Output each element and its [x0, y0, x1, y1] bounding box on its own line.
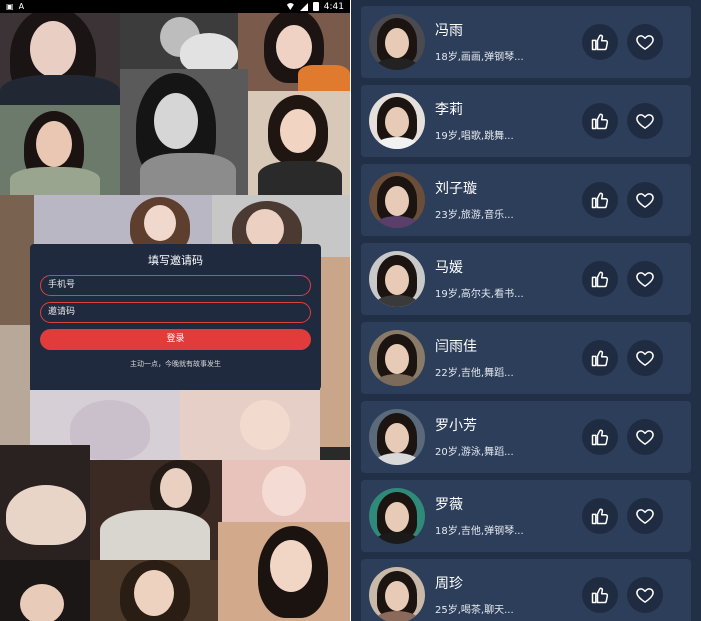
- heart-icon: [636, 588, 654, 603]
- favorite-button[interactable]: [627, 340, 663, 376]
- user-name: 闫雨佳: [435, 339, 477, 355]
- avatar[interactable]: [369, 567, 425, 621]
- photo-tile: [222, 460, 350, 522]
- avatar[interactable]: [369, 330, 425, 386]
- user-name: 罗小芳: [435, 418, 477, 434]
- photo-tile: [238, 13, 350, 91]
- user-description: 18岁,吉他,弹钢琴...: [435, 526, 524, 537]
- avatar[interactable]: [369, 488, 425, 544]
- user-list-screen: 冯雨 18岁,画画,弹钢琴... 李莉 19岁,唱歌,跳舞... 刘子璇 23岁,旅游,音…: [351, 0, 701, 621]
- photo-tile: [218, 522, 350, 621]
- favorite-button[interactable]: [627, 182, 663, 218]
- avatar[interactable]: [369, 14, 425, 70]
- sim-icon: ▣: [6, 2, 14, 11]
- user-name: 周珍: [435, 576, 463, 592]
- thumbs-up-icon: [591, 34, 609, 51]
- user-name: 马媛: [435, 260, 463, 276]
- favorite-button[interactable]: [627, 103, 663, 139]
- user-card[interactable]: 周珍 25岁,喝茶,聊天...: [361, 559, 691, 621]
- invite-slogan: 主动一点，今晚就有故事发生: [130, 360, 221, 368]
- heart-icon: [636, 35, 654, 50]
- like-button[interactable]: [582, 498, 618, 534]
- user-card[interactable]: 马媛 19岁,高尔夫,看书...: [361, 243, 691, 315]
- screenshot-root: ▣ A 4:41 填写邀请码 手机号 邀请码 登录 主动一点，今晚就有故事发生 …: [0, 0, 701, 621]
- avatar[interactable]: [369, 409, 425, 465]
- like-button[interactable]: [582, 577, 618, 613]
- user-card[interactable]: 闫雨佳 22岁,吉他,舞蹈...: [361, 322, 691, 394]
- favorite-button[interactable]: [627, 577, 663, 613]
- phone-input[interactable]: 手机号: [40, 275, 311, 296]
- photo-tile: [320, 257, 350, 447]
- photo-tile: [0, 325, 30, 445]
- photo-tile: [0, 560, 90, 621]
- photo-tile: [0, 13, 120, 105]
- heart-icon: [636, 351, 654, 366]
- avatar[interactable]: [369, 93, 425, 149]
- wifi-icon: [285, 3, 295, 10]
- photo-tile: [0, 445, 90, 560]
- like-button[interactable]: [582, 261, 618, 297]
- invite-code-input[interactable]: 邀请码: [40, 302, 311, 323]
- heart-icon: [636, 272, 654, 287]
- thumbs-up-icon: [591, 192, 609, 209]
- favorite-button[interactable]: [627, 24, 663, 60]
- invite-dialog: 填写邀请码 手机号 邀请码 登录 主动一点，今晚就有故事发生: [30, 244, 321, 390]
- user-name: 冯雨: [435, 23, 463, 39]
- photo-tile: [90, 460, 222, 560]
- user-card[interactable]: 刘子璇 23岁,旅游,音乐...: [361, 164, 691, 236]
- photo-tile: [0, 195, 34, 325]
- thumbs-up-icon: [591, 271, 609, 288]
- like-button[interactable]: [582, 419, 618, 455]
- user-card[interactable]: 冯雨 18岁,画画,弹钢琴...: [361, 6, 691, 78]
- invite-screen: ▣ A 4:41 填写邀请码 手机号 邀请码 登录 主动一点，今晚就有故事发生: [0, 0, 350, 621]
- user-description: 20岁,游泳,舞蹈...: [435, 447, 514, 458]
- like-button[interactable]: [582, 24, 618, 60]
- heart-icon: [636, 430, 654, 445]
- user-description: 23岁,旅游,音乐...: [435, 210, 514, 221]
- status-time: 4:41: [323, 1, 344, 12]
- photo-tile: [90, 560, 218, 621]
- favorite-button[interactable]: [627, 498, 663, 534]
- thumbs-up-icon: [591, 350, 609, 367]
- battery-icon: [312, 2, 319, 11]
- signal-icon: [299, 2, 308, 11]
- user-card[interactable]: 罗小芳 20岁,游泳,舞蹈...: [361, 401, 691, 473]
- user-description: 18岁,画画,弹钢琴...: [435, 52, 524, 63]
- photo-tile: [120, 69, 248, 195]
- heart-icon: [636, 509, 654, 524]
- user-name: 李莉: [435, 102, 463, 118]
- status-bar: ▣ A 4:41: [0, 0, 350, 13]
- avatar[interactable]: [369, 251, 425, 307]
- user-description: 19岁,高尔夫,看书...: [435, 289, 524, 300]
- photo-tile: [180, 390, 320, 460]
- user-card[interactable]: 罗薇 18岁,吉他,弹钢琴...: [361, 480, 691, 552]
- invite-title: 填写邀请码: [148, 254, 203, 267]
- user-name: 刘子璇: [435, 181, 477, 197]
- favorite-button[interactable]: [627, 419, 663, 455]
- photo-tile: [248, 91, 350, 195]
- thumbs-up-icon: [591, 429, 609, 446]
- user-description: 22岁,吉他,舞蹈...: [435, 368, 514, 379]
- user-description: 19岁,唱歌,跳舞...: [435, 131, 514, 142]
- like-button[interactable]: [582, 182, 618, 218]
- photo-tile: [0, 105, 120, 195]
- heart-icon: [636, 193, 654, 208]
- like-button[interactable]: [582, 103, 618, 139]
- user-card[interactable]: 李莉 19岁,唱歌,跳舞...: [361, 85, 691, 157]
- notification-icon: A: [18, 2, 25, 11]
- login-button[interactable]: 登录: [40, 329, 311, 350]
- photo-tile: [120, 13, 238, 69]
- thumbs-up-icon: [591, 587, 609, 604]
- heart-icon: [636, 114, 654, 129]
- favorite-button[interactable]: [627, 261, 663, 297]
- user-description: 25岁,喝茶,聊天...: [435, 605, 514, 616]
- thumbs-up-icon: [591, 508, 609, 525]
- avatar[interactable]: [369, 172, 425, 228]
- user-name: 罗薇: [435, 497, 463, 513]
- like-button[interactable]: [582, 340, 618, 376]
- thumbs-up-icon: [591, 113, 609, 130]
